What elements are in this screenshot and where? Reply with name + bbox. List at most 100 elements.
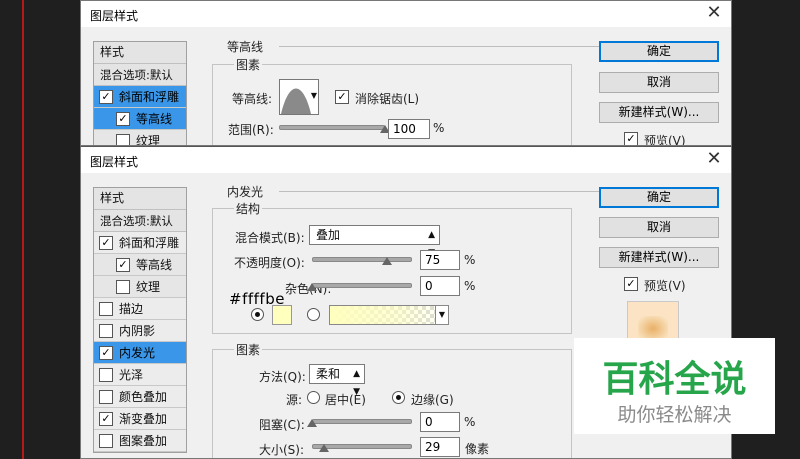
style-item-texture[interactable]: 纹理 bbox=[94, 276, 186, 298]
style-item-label: 内发光 bbox=[119, 346, 156, 360]
red-guide-line bbox=[22, 0, 24, 459]
title-bar[interactable]: 图层样式 ✕ bbox=[81, 147, 731, 173]
method-select[interactable]: 柔和 ▲ ▼ bbox=[309, 364, 365, 397]
blend-options-item[interactable]: 混合选项:默认 bbox=[94, 210, 186, 232]
new-style-button[interactable]: 新建样式(W)... bbox=[599, 102, 719, 123]
preview-checkbox[interactable]: ✓ bbox=[624, 277, 638, 291]
watermark-title: 百科全说 bbox=[602, 359, 747, 400]
noise-unit: % bbox=[464, 279, 476, 293]
style-item-inner-shadow[interactable]: 内阴影 bbox=[94, 320, 186, 342]
dialog-title: 图层样式 bbox=[90, 9, 139, 23]
range-input[interactable]: 100 bbox=[388, 119, 430, 139]
solid-color-radio[interactable] bbox=[251, 308, 264, 321]
opacity-slider-track[interactable] bbox=[312, 257, 412, 262]
style-item-texture[interactable]: 纹理 bbox=[94, 130, 186, 146]
noise-input[interactable]: 0 bbox=[420, 276, 460, 296]
checkbox-icon[interactable]: ✓ bbox=[99, 90, 113, 104]
style-item-satin[interactable]: 光泽 bbox=[94, 364, 186, 386]
range-slider-track[interactable] bbox=[279, 125, 385, 130]
size-input[interactable]: 29 bbox=[420, 437, 460, 457]
style-item-color-overlay[interactable]: 颜色叠加 bbox=[94, 386, 186, 408]
cancel-button[interactable]: 取消 bbox=[599, 72, 719, 93]
gradient-radio[interactable] bbox=[307, 308, 320, 321]
opacity-slider-thumb[interactable] bbox=[382, 257, 392, 265]
style-item-bevel-emboss[interactable]: ✓ 斜面和浮雕 bbox=[94, 232, 186, 254]
style-item-label: 渐变叠加 bbox=[119, 412, 168, 426]
size-unit: 像素 bbox=[465, 442, 490, 456]
style-item-contour[interactable]: ✓ 等高线 bbox=[94, 108, 186, 130]
style-item-label: 光泽 bbox=[119, 368, 144, 382]
style-item-label: 图案叠加 bbox=[119, 434, 168, 448]
style-item-pattern-overlay[interactable]: 图案叠加 bbox=[94, 430, 186, 452]
style-item-contour[interactable]: ✓ 等高线 bbox=[94, 254, 186, 276]
checkbox-icon[interactable] bbox=[116, 280, 130, 294]
source-center-radio[interactable] bbox=[307, 391, 320, 404]
source-label: 源: bbox=[286, 393, 303, 407]
group-title: 图素 bbox=[234, 56, 263, 73]
checkbox-icon[interactable] bbox=[99, 324, 113, 338]
section-title: 内发光 bbox=[227, 185, 264, 199]
watermark-logo: 百科全说 助你轻松解决 bbox=[574, 338, 775, 434]
method-label: 方法(Q): bbox=[259, 370, 306, 384]
ok-button[interactable]: 确定 bbox=[599, 187, 719, 208]
noise-slider-track[interactable] bbox=[312, 283, 412, 288]
style-item-label: 纹理 bbox=[136, 280, 161, 294]
style-item-gradient-overlay[interactable]: ✓ 渐变叠加 bbox=[94, 408, 186, 430]
size-slider-thumb[interactable] bbox=[318, 444, 329, 452]
styles-list: 样式 混合选项:默认 ✓ 斜面和浮雕 ✓ 等高线 纹理 bbox=[93, 41, 187, 146]
glow-color-swatch[interactable] bbox=[272, 305, 292, 325]
new-style-button[interactable]: 新建样式(W)... bbox=[599, 247, 719, 268]
choke-slider-track[interactable] bbox=[312, 419, 412, 424]
style-item-inner-glow[interactable]: ✓ 内发光 bbox=[94, 342, 186, 364]
source-edge-label: 边缘(G) bbox=[411, 393, 454, 407]
contour-picker[interactable]: ▼ bbox=[279, 79, 319, 115]
contour-curve-icon bbox=[281, 88, 311, 114]
blend-options-item[interactable]: 混合选项:默认 bbox=[94, 64, 186, 86]
group-title: 结构 bbox=[234, 200, 263, 217]
dialog-title: 图层样式 bbox=[90, 155, 139, 169]
close-icon[interactable]: ✕ bbox=[705, 149, 723, 169]
title-bar[interactable]: 图层样式 ✕ bbox=[81, 1, 731, 27]
checkbox-icon[interactable]: ✓ bbox=[99, 236, 113, 250]
checkbox-icon[interactable] bbox=[99, 434, 113, 448]
checkbox-icon[interactable]: ✓ bbox=[116, 258, 130, 272]
choke-unit: % bbox=[464, 415, 476, 429]
preview-label: 预览(V) bbox=[644, 279, 686, 293]
preview-checkbox[interactable]: ✓ bbox=[624, 132, 638, 145]
blend-mode-select[interactable]: 叠加 ▲▼ bbox=[309, 225, 440, 258]
checkbox-icon[interactable] bbox=[99, 368, 113, 382]
checkbox-icon[interactable]: ✓ bbox=[99, 346, 113, 360]
ok-button[interactable]: 确定 bbox=[599, 41, 719, 62]
opacity-label: 不透明度(O): bbox=[234, 256, 305, 270]
blend-mode-value: 叠加 bbox=[316, 228, 341, 242]
choke-slider-thumb[interactable] bbox=[307, 419, 317, 427]
range-unit: % bbox=[433, 121, 445, 135]
checkbox-icon[interactable]: ✓ bbox=[99, 412, 113, 426]
chevron-down-icon[interactable]: ▼ bbox=[435, 305, 449, 325]
source-center-label: 居中(E) bbox=[325, 393, 366, 407]
style-item-label: 斜面和浮雕 bbox=[119, 236, 180, 250]
antialias-label: 消除锯齿(L) bbox=[355, 92, 420, 106]
styles-header[interactable]: 样式 bbox=[94, 188, 186, 210]
range-label: 范围(R): bbox=[228, 123, 274, 137]
antialias-checkbox[interactable]: ✓ bbox=[335, 90, 349, 104]
style-item-bevel-emboss[interactable]: ✓ 斜面和浮雕 bbox=[94, 86, 186, 108]
noise-slider-thumb[interactable] bbox=[307, 283, 317, 291]
size-label: 大小(S): bbox=[259, 443, 305, 457]
checkbox-icon[interactable] bbox=[99, 390, 113, 404]
style-item-label: 纹理 bbox=[136, 134, 161, 146]
checkbox-icon[interactable]: ✓ bbox=[116, 112, 130, 126]
style-item-label: 等高线 bbox=[136, 258, 173, 272]
choke-input[interactable]: 0 bbox=[420, 412, 460, 432]
source-edge-radio[interactable] bbox=[392, 391, 405, 404]
cancel-button[interactable]: 取消 bbox=[599, 217, 719, 238]
opacity-input[interactable]: 75 bbox=[420, 250, 460, 270]
styles-header[interactable]: 样式 bbox=[94, 42, 186, 64]
style-item-label: 斜面和浮雕 bbox=[119, 90, 180, 104]
close-icon[interactable]: ✕ bbox=[705, 3, 723, 23]
watermark-subtitle: 助你轻松解决 bbox=[617, 404, 732, 426]
gradient-picker[interactable]: ▼ bbox=[329, 305, 449, 325]
style-item-stroke[interactable]: 描边 bbox=[94, 298, 186, 320]
checkbox-icon[interactable] bbox=[116, 134, 130, 145]
checkbox-icon[interactable] bbox=[99, 302, 113, 316]
